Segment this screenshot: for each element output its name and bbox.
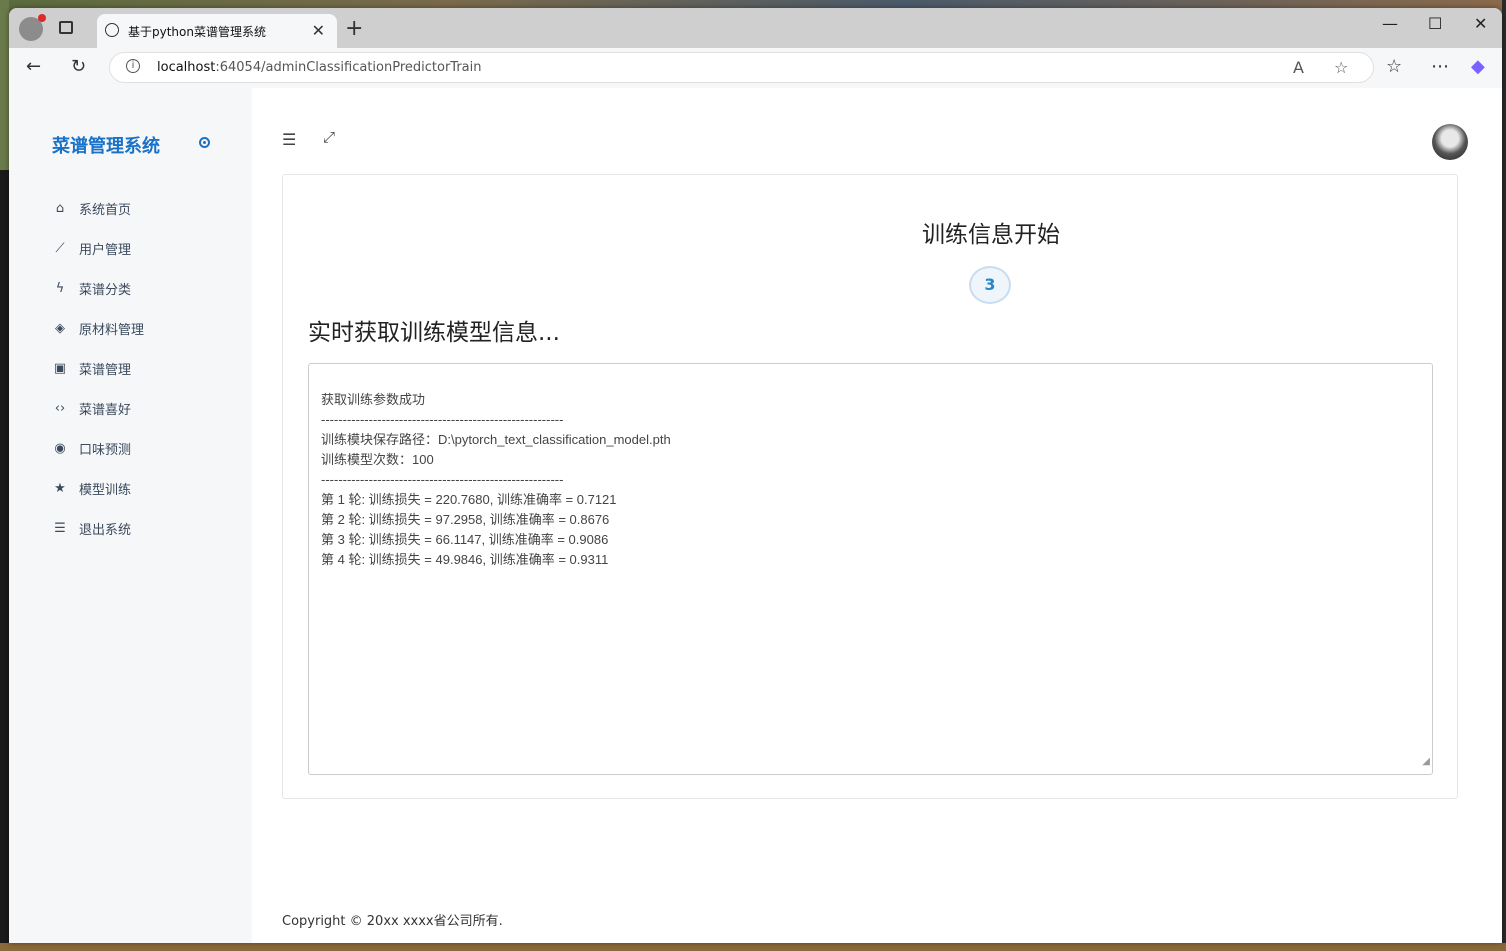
url-host: localhost — [157, 60, 216, 75]
close-tab-icon[interactable]: ✕ — [312, 21, 325, 40]
sidebar-item-recipe-category[interactable]: ϟ 菜谱分类 — [52, 268, 144, 308]
log-line: 第 4 轮: 训练损失 = 49.9846, 训练准确率 = 0.9311 — [321, 552, 609, 567]
sidebar-item-label: 菜谱喜好 — [79, 402, 132, 418]
tab-actions-icon[interactable] — [59, 21, 73, 34]
globe-icon — [105, 23, 119, 37]
sidebar-menu: ⌂ 系统首页 ⟋ 用户管理 ϟ 菜谱分类 ◈ 原材料管理 ▣ 菜谱管理 ‹› 菜谱喜好 ◉ 口… — [52, 188, 144, 548]
sidebar-item-label: 系统首页 — [79, 202, 132, 218]
favorites-icon[interactable]: ☆ — [1386, 56, 1402, 77]
sidebar-toggle-icon[interactable] — [199, 137, 210, 148]
brand-title: 菜谱管理系统 — [52, 136, 160, 157]
log-line: 获取训练参数成功 — [321, 392, 426, 407]
sidebar-item-label: 菜谱分类 — [79, 282, 132, 298]
sidebar-item-label: 菜谱管理 — [79, 362, 132, 378]
log-line: 第 1 轮: 训练损失 = 220.7680, 训练准确率 = 0.7121 — [321, 492, 617, 507]
training-log-textarea[interactable]: 获取训练参数成功 -------------------------------… — [308, 363, 1433, 775]
browser-window: 基于python菜谱管理系统 ✕ + — ☐ ✕ ← ↻ i localhost… — [9, 8, 1502, 943]
desktop-terminal-strip — [0, 170, 9, 951]
home-icon: ⌂ — [55, 200, 65, 216]
address-bar[interactable]: i localhost:64054/adminClassificationPre… — [109, 52, 1374, 83]
tab-title: 基于python菜谱管理系统 — [128, 25, 266, 39]
desktop-background — [0, 0, 9, 170]
inbox-icon: ▣ — [53, 360, 67, 376]
browser-tab[interactable]: 基于python菜谱管理系统 ✕ — [97, 14, 337, 48]
sidebar-item-preferences[interactable]: ‹› 菜谱喜好 — [52, 388, 144, 428]
main-area: ☰ ⤢ 训练信息开始 3 实时获取训练模型信息... 获取训练参数成功 ----… — [252, 88, 1502, 943]
sidebar-item-label: 退出系统 — [79, 522, 132, 538]
url-path: :64054/adminClassificationPredictorTrain — [215, 60, 482, 75]
copilot-icon[interactable]: ◆ — [1471, 56, 1485, 77]
sidebar-item-home[interactable]: ⌂ 系统首页 — [52, 188, 144, 228]
copyright-footer: Copyright © 20xx xxxx省公司所有. — [282, 914, 503, 929]
layers-icon: ◈ — [55, 320, 65, 336]
new-tab-icon[interactable]: + — [345, 16, 363, 41]
fullscreen-icon[interactable]: ⤢ — [323, 128, 335, 146]
realtime-title: 实时获取训练模型信息... — [308, 320, 560, 346]
info-icon[interactable]: i — [126, 59, 140, 73]
browser-toolbar: ← ↻ i localhost:64054/adminClassificatio… — [9, 48, 1502, 89]
sidebar: 菜谱管理系统 ⌂ 系统首页 ⟋ 用户管理 ϟ 菜谱分类 ◈ 原材料管理 ▣ 菜谱管理 ‹›… — [9, 88, 252, 943]
log-line: 训练模型次数：100 — [321, 452, 434, 467]
url-text[interactable]: localhost:64054/adminClassificationPredi… — [157, 60, 482, 75]
maximize-icon[interactable]: ☐ — [1428, 14, 1442, 33]
sidebar-item-label: 模型训练 — [79, 482, 132, 498]
log-line: ----------------------------------------… — [321, 472, 564, 487]
desktop-edge — [1502, 0, 1506, 951]
target-icon: ◉ — [54, 440, 66, 456]
sidebar-item-users[interactable]: ⟋ 用户管理 — [52, 228, 144, 268]
log-line: 训练模块保存路径：D:\pytorch_text_classification_… — [321, 432, 671, 447]
favorite-star-icon[interactable]: ☆ — [1334, 58, 1348, 77]
sidebar-item-model-training[interactable]: ★ 模型训练 — [52, 468, 144, 508]
sidebar-item-label: 口味预测 — [79, 442, 132, 458]
sidebar-item-taste-prediction[interactable]: ◉ 口味预测 — [52, 428, 144, 468]
sidebar-item-recipes[interactable]: ▣ 菜谱管理 — [52, 348, 144, 388]
page-content: 菜谱管理系统 ⌂ 系统首页 ⟋ 用户管理 ϟ 菜谱分类 ◈ 原材料管理 ▣ 菜谱管理 ‹›… — [9, 88, 1502, 943]
code-icon: ‹› — [54, 400, 66, 416]
close-window-icon[interactable]: ✕ — [1474, 14, 1487, 33]
log-line: 第 3 轮: 训练损失 = 66.1147, 训练准确率 = 0.9086 — [321, 532, 609, 547]
list-icon: ☰ — [54, 520, 66, 536]
log-line: ----------------------------------------… — [321, 412, 564, 427]
profile-avatar-icon[interactable] — [19, 14, 46, 41]
sidebar-item-label: 原材料管理 — [79, 322, 145, 338]
reload-icon[interactable]: ↻ — [71, 56, 86, 77]
sidebar-item-label: 用户管理 — [79, 242, 132, 258]
training-card: 训练信息开始 3 实时获取训练模型信息... 获取训练参数成功 --------… — [282, 174, 1458, 799]
user-avatar[interactable] — [1432, 124, 1468, 160]
hamburger-menu-icon[interactable]: ☰ — [282, 130, 296, 149]
resize-handle-icon[interactable]: ◢ — [1422, 752, 1430, 772]
page-title: 训练信息开始 — [922, 222, 1060, 248]
star-icon: ★ — [54, 480, 66, 496]
bolt-icon: ϟ — [55, 280, 65, 296]
read-aloud-icon[interactable]: A — [1293, 58, 1304, 77]
line-chart-icon: ⟋ — [55, 240, 65, 256]
countdown-badge: 3 — [969, 266, 1011, 304]
log-line: 第 2 轮: 训练损失 = 97.2958, 训练准确率 = 0.8676 — [321, 512, 610, 527]
more-icon[interactable]: ⋯ — [1431, 56, 1449, 77]
tab-bar: 基于python菜谱管理系统 ✕ + — ☐ ✕ — [9, 8, 1502, 48]
sidebar-item-logout[interactable]: ☰ 退出系统 — [52, 508, 144, 548]
sidebar-item-ingredients[interactable]: ◈ 原材料管理 — [52, 308, 144, 348]
minimize-icon[interactable]: — — [1382, 14, 1398, 33]
back-icon[interactable]: ← — [26, 56, 41, 77]
desktop-taskbar-edge — [0, 943, 1506, 951]
